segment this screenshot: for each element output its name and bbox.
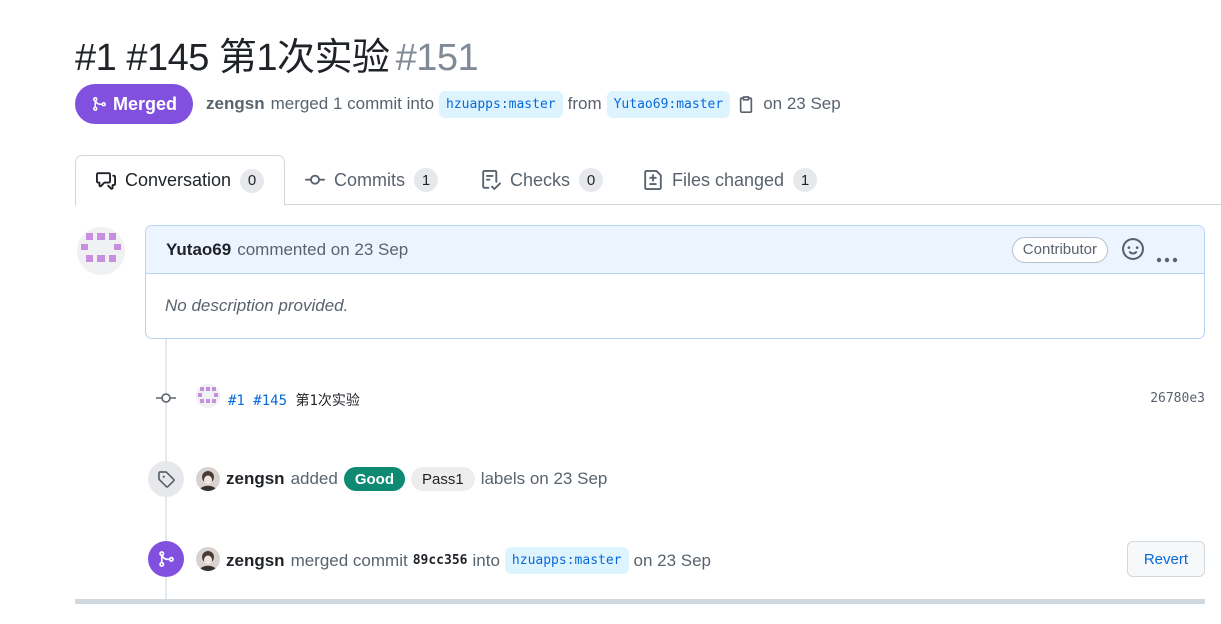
issue-link-1[interactable]: #1 — [228, 393, 245, 409]
comment-header: Yutao69 commented on 23 Sep Contributor — [146, 226, 1204, 274]
comment-body: No description provided. — [165, 296, 349, 315]
revert-button[interactable]: Revert — [1126, 541, 1205, 577]
commenter-avatar[interactable] — [77, 227, 125, 275]
smiley-icon[interactable] — [1122, 238, 1144, 265]
commit-author-avatar[interactable] — [196, 384, 220, 408]
timeline-divider — [75, 599, 1205, 604]
pr-title: #1 #145 第1次实验 #151 — [75, 26, 479, 81]
base-branch-link[interactable]: hzuapps:master — [439, 90, 563, 118]
merge-event-text: zengsn merged commit 89cc356 into hzuapp… — [226, 547, 711, 574]
label-event-author[interactable]: zengsn — [226, 469, 285, 489]
pr-meta: Merged zengsn merged 1 commit into hzuap… — [75, 84, 841, 124]
label-event: zengsn added Good Pass1 labels on 23 Sep — [148, 461, 1205, 497]
merged-commits-text: merged 1 commit into — [270, 94, 435, 113]
tag-icon — [148, 461, 184, 497]
merge-event-date: on 23 Sep — [633, 550, 712, 570]
merge-base-branch[interactable]: hzuapps:master — [504, 547, 629, 574]
label-good[interactable]: Good — [343, 467, 405, 491]
user-avatar[interactable] — [196, 467, 220, 491]
user-avatar[interactable] — [196, 547, 220, 571]
merge-event-author[interactable]: zengsn — [226, 551, 285, 571]
tab-conversation-label: Conversation — [125, 170, 232, 190]
commit-message-text[interactable]: 第1次实验 — [295, 393, 359, 409]
tab-commits-count: 1 — [414, 168, 438, 192]
git-commit-icon — [305, 174, 325, 185]
tab-conversation-count: 0 — [240, 168, 265, 193]
comment-box: Yutao69 commented on 23 Sep Contributor … — [145, 225, 1205, 339]
contributor-badge: Contributor — [1011, 237, 1108, 263]
comment-discussion-icon — [96, 171, 116, 190]
git-merge-icon — [93, 97, 107, 111]
head-branch-link[interactable]: Yutao69:master — [606, 90, 731, 118]
merge-commit-sha[interactable]: 89cc356 — [413, 553, 468, 568]
pr-title-text: #1 #145 第1次实验 — [75, 37, 390, 79]
pr-tabs: Conversation 0 Commits 1 Checks 0 Files … — [75, 155, 1221, 206]
tab-checks-count: 0 — [579, 168, 604, 192]
pr-author-link[interactable]: zengsn — [206, 94, 265, 114]
label-event-suffix: labels on 23 Sep — [480, 469, 608, 488]
tab-conversation[interactable]: Conversation 0 — [75, 155, 286, 206]
commit-sha-link[interactable]: 26780e3 — [1150, 391, 1205, 406]
git-merge-icon — [148, 541, 184, 577]
comment-author-link[interactable]: Yutao69 — [166, 240, 231, 260]
tab-files-changed-label: Files changed — [672, 169, 785, 190]
pr-number: #151 — [395, 37, 479, 79]
merge-event-action: merged commit — [290, 550, 408, 570]
merge-into-text: into — [472, 550, 500, 570]
copy-icon[interactable] — [737, 95, 755, 113]
pr-date: on 23 Sep — [763, 94, 841, 113]
tab-commits[interactable]: Commits 1 — [305, 155, 438, 205]
label-pass1[interactable]: Pass1 — [411, 467, 475, 491]
checklist-icon — [482, 170, 501, 190]
merge-event: zengsn merged commit 89cc356 into hzuapp… — [148, 541, 1205, 577]
tab-files-changed-count: 1 — [793, 168, 818, 192]
file-diff-icon — [644, 170, 662, 190]
label-event-text: zengsn added Good Pass1 labels on 23 Sep — [226, 467, 607, 491]
comment-meta[interactable]: commented on 23 Sep — [237, 240, 408, 260]
merged-state-label: Merged — [113, 93, 178, 114]
tab-files-changed[interactable]: Files changed 1 — [643, 155, 818, 205]
label-event-action: added — [290, 469, 338, 488]
commit-message: #1 #145 第1次实验 — [228, 390, 360, 410]
tab-commits-label: Commits — [334, 169, 405, 190]
git-commit-icon — [154, 390, 178, 411]
tab-checks-label: Checks — [510, 169, 571, 190]
commit-item: #1 #145 第1次实验 26780e3 — [150, 384, 1205, 414]
issue-link-145[interactable]: #145 — [253, 393, 287, 409]
from-text: from — [567, 94, 602, 113]
merged-state-badge: Merged — [75, 84, 194, 124]
tab-checks[interactable]: Checks 0 — [481, 155, 604, 205]
kebab-horizontal-icon[interactable] — [1156, 248, 1178, 268]
